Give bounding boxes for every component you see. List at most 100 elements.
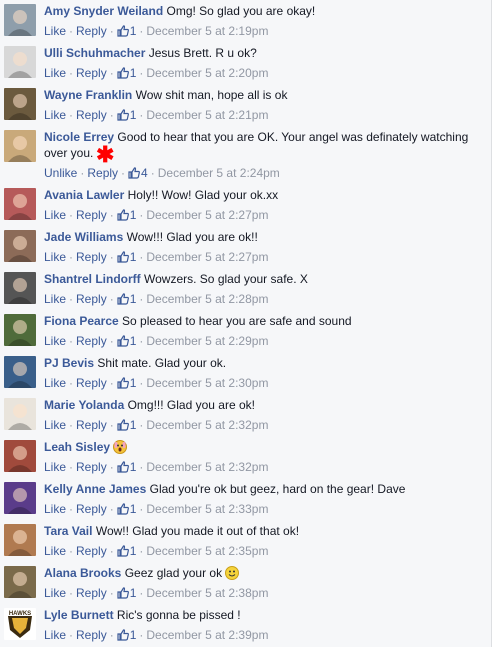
avatar[interactable] — [4, 356, 36, 388]
separator: · — [139, 586, 144, 600]
timestamp[interactable]: December 5 at 2:39pm — [146, 628, 268, 642]
comment-actions: Like · Reply · 1 · December 5 at 2:27pm — [44, 208, 268, 222]
like-link[interactable]: Like — [44, 418, 66, 432]
like-link[interactable]: Like — [44, 502, 66, 516]
reply-link[interactable]: Reply — [76, 108, 107, 122]
reply-link[interactable]: Reply — [76, 334, 107, 348]
reply-link[interactable]: Reply — [76, 544, 107, 558]
reply-link[interactable]: Reply — [87, 166, 118, 180]
timestamp[interactable]: December 5 at 2:32pm — [146, 418, 268, 432]
like-link[interactable]: Like — [44, 292, 66, 306]
avatar[interactable] — [4, 230, 36, 262]
commenter-name[interactable]: Wayne Franklin — [44, 88, 132, 102]
like-link[interactable]: Like — [44, 250, 66, 264]
reply-link[interactable]: Reply — [76, 418, 107, 432]
reply-link[interactable]: Reply — [76, 586, 107, 600]
reply-link[interactable]: Reply — [76, 292, 107, 306]
timestamp[interactable]: December 5 at 2:38pm — [146, 586, 268, 600]
like-link[interactable]: Like — [44, 66, 66, 80]
like-link[interactable]: Like — [44, 460, 66, 474]
timestamp[interactable]: December 5 at 2:30pm — [146, 376, 268, 390]
like-link[interactable]: Like — [44, 628, 66, 642]
avatar[interactable] — [4, 272, 36, 304]
avatar[interactable] — [4, 130, 36, 162]
timestamp[interactable]: December 5 at 2:28pm — [146, 292, 268, 306]
reply-link[interactable]: Reply — [76, 24, 107, 38]
timestamp[interactable]: December 5 at 2:21pm — [146, 108, 268, 122]
avatar[interactable] — [4, 524, 36, 556]
avatar[interactable]: HAWKS — [4, 608, 36, 640]
thumbs-up-icon[interactable] — [117, 209, 129, 221]
thumbs-up-icon[interactable] — [117, 109, 129, 121]
reply-link[interactable]: Reply — [76, 66, 107, 80]
reply-link[interactable]: Reply — [76, 250, 107, 264]
thumbs-up-icon[interactable] — [117, 419, 129, 431]
thumbs-up-icon[interactable] — [117, 67, 129, 79]
like-link[interactable]: Like — [44, 376, 66, 390]
avatar[interactable] — [4, 482, 36, 514]
separator: · — [80, 166, 85, 180]
commenter-name[interactable]: Ulli Schuhmacher — [44, 46, 145, 60]
thumbs-up-icon[interactable] — [117, 587, 129, 599]
avatar[interactable] — [4, 46, 36, 78]
commenter-name[interactable]: Leah Sisley — [44, 440, 110, 454]
comment-body: Fiona Pearce So pleased to hear you are … — [44, 313, 485, 329]
timestamp[interactable]: December 5 at 2:27pm — [146, 208, 268, 222]
thumbs-up-icon[interactable] — [117, 629, 129, 641]
avatar[interactable] — [4, 88, 36, 120]
timestamp[interactable]: December 5 at 2:19pm — [146, 24, 268, 38]
thumbs-up-icon[interactable] — [117, 503, 129, 515]
comment-item: Fiona Pearce So pleased to hear you are … — [0, 310, 491, 352]
reply-link[interactable]: Reply — [76, 628, 107, 642]
commenter-name[interactable]: Alana Brooks — [44, 566, 121, 580]
thumbs-up-icon[interactable] — [117, 251, 129, 263]
thumbs-up-icon[interactable] — [117, 335, 129, 347]
commenter-name[interactable]: PJ Bevis — [44, 356, 94, 370]
reply-link[interactable]: Reply — [76, 208, 107, 222]
timestamp[interactable]: December 5 at 2:35pm — [146, 544, 268, 558]
like-link[interactable]: Like — [44, 586, 66, 600]
comment-item: HAWKS Lyle Burnett Ric's gonna be pissed … — [0, 604, 491, 646]
avatar[interactable] — [4, 566, 36, 598]
thumbs-up-icon[interactable] — [117, 25, 129, 37]
thumbs-up-icon[interactable] — [117, 293, 129, 305]
comment-text: Ric's gonna be pissed ! — [116, 608, 241, 622]
commenter-name[interactable]: Kelly Anne James — [44, 482, 146, 496]
commenter-name[interactable]: Amy Snyder Weiland — [44, 4, 163, 18]
like-link[interactable]: Like — [44, 108, 66, 122]
thumbs-up-icon[interactable] — [117, 461, 129, 473]
commenter-name[interactable]: Shantrel Lindorff — [44, 272, 141, 286]
avatar[interactable] — [4, 4, 36, 36]
timestamp[interactable]: December 5 at 2:20pm — [146, 66, 268, 80]
timestamp[interactable]: December 5 at 2:33pm — [146, 502, 268, 516]
timestamp[interactable]: December 5 at 2:24pm — [158, 166, 280, 180]
avatar[interactable] — [4, 398, 36, 430]
comment-list: Amy Snyder Weiland Omg! So glad you are … — [0, 0, 491, 646]
like-count[interactable]: 4 — [141, 166, 148, 180]
commenter-name[interactable]: Marie Yolanda — [44, 398, 124, 412]
commenter-name[interactable]: Tara Vail — [44, 524, 92, 538]
avatar[interactable] — [4, 440, 36, 472]
like-link[interactable]: Like — [44, 544, 66, 558]
timestamp[interactable]: December 5 at 2:29pm — [146, 334, 268, 348]
reply-link[interactable]: Reply — [76, 460, 107, 474]
separator: · — [139, 208, 144, 222]
timestamp[interactable]: December 5 at 2:32pm — [146, 460, 268, 474]
reply-link[interactable]: Reply — [76, 376, 107, 390]
commenter-name[interactable]: Avania Lawler — [44, 188, 124, 202]
comment-actions: Like · Reply · 1 · December 5 at 2:30pm — [44, 376, 268, 390]
like-link[interactable]: Like — [44, 24, 66, 38]
avatar[interactable] — [4, 314, 36, 346]
commenter-name[interactable]: Jade Williams — [44, 230, 123, 244]
commenter-name[interactable]: Fiona Pearce — [44, 314, 119, 328]
like-link[interactable]: Like — [44, 208, 66, 222]
commenter-name[interactable]: Lyle Burnett — [44, 608, 114, 622]
thumbs-up-icon[interactable] — [117, 545, 129, 557]
avatar[interactable] — [4, 188, 36, 220]
like-link[interactable]: Unlike — [44, 166, 77, 180]
thumbs-up-icon[interactable] — [128, 167, 140, 179]
timestamp[interactable]: December 5 at 2:27pm — [146, 250, 268, 264]
thumbs-up-icon[interactable] — [117, 377, 129, 389]
like-link[interactable]: Like — [44, 334, 66, 348]
reply-link[interactable]: Reply — [76, 502, 107, 516]
